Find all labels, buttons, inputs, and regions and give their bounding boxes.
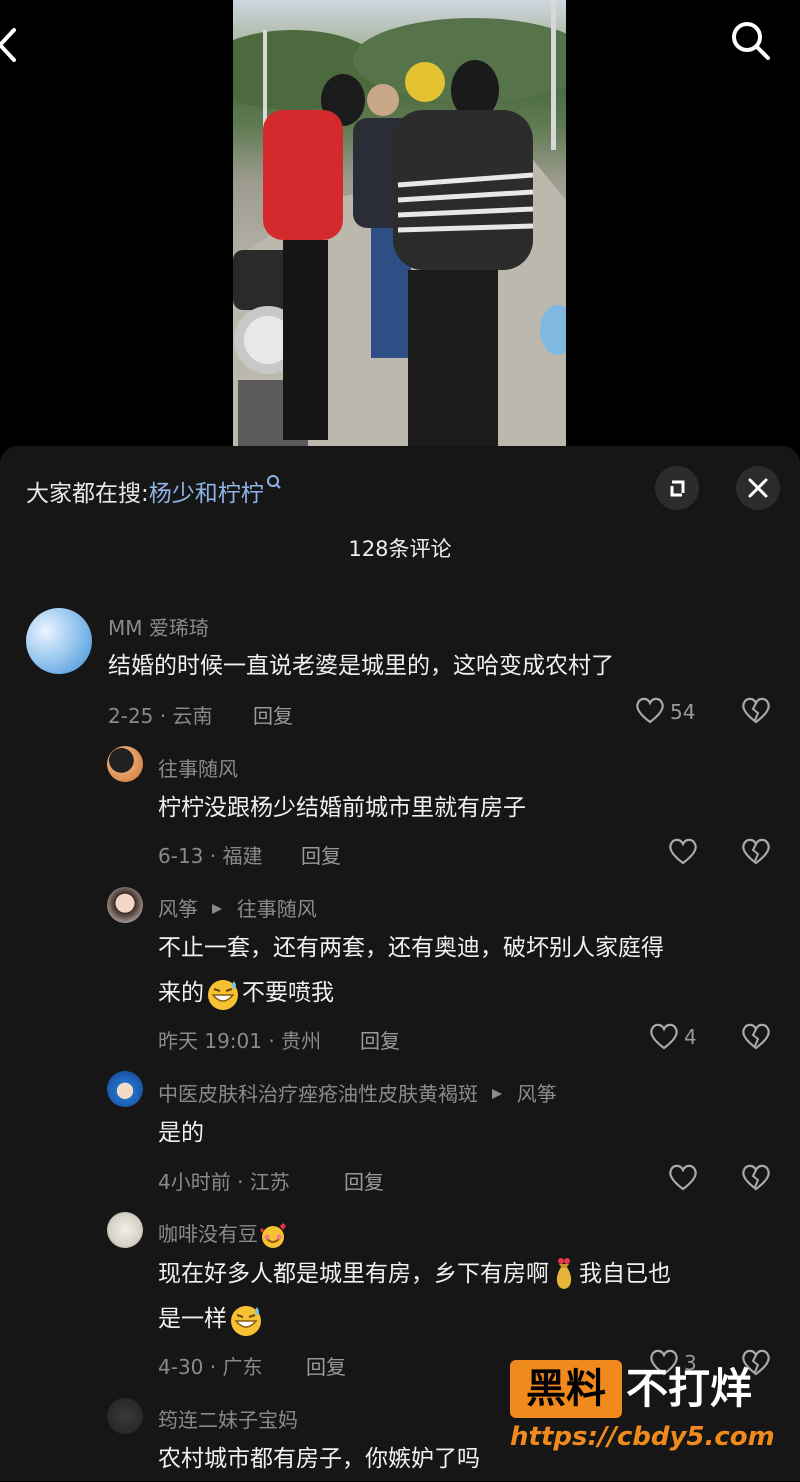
comment-text: 农村城市都有房子，你嫉妒了吗 <box>158 1446 480 1472</box>
grin-sweat-emoji <box>208 979 238 1010</box>
search-button[interactable] <box>728 18 774 64</box>
triangle-right-icon <box>212 904 223 914</box>
like-count: 54 <box>670 700 696 724</box>
small-search-icon <box>266 475 281 489</box>
comment-text: 结婚的时候一直说老婆是城里的，这哈变成农村了 <box>108 653 614 679</box>
comment-meta: 4小时前 · 江苏 <box>158 1170 290 1194</box>
broken-heart-icon[interactable] <box>740 1162 772 1192</box>
commenter-name[interactable]: 风筝 <box>158 897 198 921</box>
comment-text-line: 不止一套，还有两套，还有奥迪，破坏别人家庭得 <box>158 935 664 961</box>
reply-button[interactable]: 回复 <box>360 1025 400 1054</box>
avatar[interactable] <box>26 608 92 674</box>
comment-count: 128条评论 <box>348 537 452 561</box>
commenter-name[interactable]: 中医皮肤科治疗痤疮油性皮肤黄褐斑 <box>158 1082 478 1106</box>
close-button[interactable] <box>736 466 780 510</box>
reply-button[interactable]: 回复 <box>306 1351 346 1380</box>
commenter-name[interactable]: 筠连二妹子宝妈 <box>158 1404 298 1433</box>
video-frame <box>233 0 566 446</box>
reply-header: 风筝 往事随风 <box>158 893 317 922</box>
video-player[interactable] <box>0 0 800 448</box>
triangle-right-icon <box>492 1089 503 1099</box>
heart-icon[interactable] <box>634 695 666 725</box>
reply-button[interactable]: 回复 <box>253 700 293 729</box>
money-bag-emoji <box>556 1257 572 1289</box>
commenter-name[interactable]: 往事随风 <box>158 753 238 782</box>
comment-text: 是的 <box>158 1120 204 1146</box>
broken-heart-icon[interactable] <box>740 1021 772 1051</box>
expand-icon <box>670 480 685 497</box>
comment-text-part: 不要喷我 <box>242 980 334 1006</box>
hot-search-bar[interactable]: 大家都在搜:杨少和柠柠 <box>26 474 282 508</box>
comment-text-part: 来的 <box>158 980 204 1006</box>
comment-meta: 4-30 · 广东 <box>158 1355 263 1379</box>
chevron-left-icon <box>0 28 16 62</box>
commenter-name[interactable]: 咖啡没有豆 <box>158 1222 258 1246</box>
expand-button[interactable] <box>655 466 699 510</box>
comment-text-line: 是一样 <box>158 1297 265 1342</box>
video-scene <box>233 0 566 446</box>
commenter-name[interactable]: MM 爱琋琦 <box>108 612 209 641</box>
comment-meta: 6-13 · 福建 <box>158 844 263 868</box>
smiling-hearts-emoji <box>260 1222 286 1248</box>
avatar[interactable] <box>107 1212 143 1248</box>
heart-icon[interactable] <box>667 1162 699 1192</box>
comment-text-part: 我自已也 <box>579 1261 671 1287</box>
like-count: 4 <box>684 1025 697 1049</box>
heart-icon[interactable] <box>648 1021 680 1051</box>
comment-text: 柠柠没跟杨少结婚前城市里就有房子 <box>158 795 526 821</box>
comment-meta: 2-25 · 云南 <box>108 704 213 728</box>
watermark-url: https://cbdy5.com <box>510 1422 775 1452</box>
reply-button[interactable]: 回复 <box>301 840 341 869</box>
broken-heart-icon[interactable] <box>740 836 772 866</box>
reply-header: 中医皮肤科治疗痤疮油性皮肤黄褐斑 风筝 <box>158 1078 557 1107</box>
commenter-name-row: 咖啡没有豆 <box>158 1218 288 1250</box>
comment-text-line: 来的 不要喷我 <box>158 971 334 1016</box>
avatar[interactable] <box>107 1398 143 1434</box>
close-icon <box>748 478 768 498</box>
watermark-slogan: 不打烊 <box>626 1364 753 1413</box>
back-button[interactable] <box>0 22 30 68</box>
reply-to-name[interactable]: 风筝 <box>517 1082 557 1106</box>
reply-button[interactable]: 回复 <box>344 1166 384 1195</box>
comment-text-line: 现在好多人都是城里有房，乡下有房啊 我自已也 <box>158 1252 671 1297</box>
hot-search-prefix: 大家都在搜: <box>26 481 149 507</box>
watermark-brand: 黑料 <box>526 1366 606 1412</box>
watermark: 黑料 不打烊 https://cbdy5.com <box>510 1360 780 1465</box>
reply-to-name[interactable]: 往事随风 <box>237 897 317 921</box>
broken-heart-icon[interactable] <box>740 695 772 725</box>
search-icon <box>732 22 770 60</box>
heart-icon[interactable] <box>667 836 699 866</box>
grin-sweat-emoji <box>231 1305 261 1336</box>
hot-search-keyword[interactable]: 杨少和柠柠 <box>149 481 264 507</box>
comment-text-part: 现在好多人都是城里有房，乡下有房啊 <box>158 1261 549 1287</box>
avatar[interactable] <box>107 1071 143 1107</box>
comment-meta: 昨天 19:01 · 贵州 <box>158 1029 322 1053</box>
comment-text-part: 是一样 <box>158 1306 227 1332</box>
avatar[interactable] <box>107 746 143 782</box>
avatar[interactable] <box>107 887 143 923</box>
